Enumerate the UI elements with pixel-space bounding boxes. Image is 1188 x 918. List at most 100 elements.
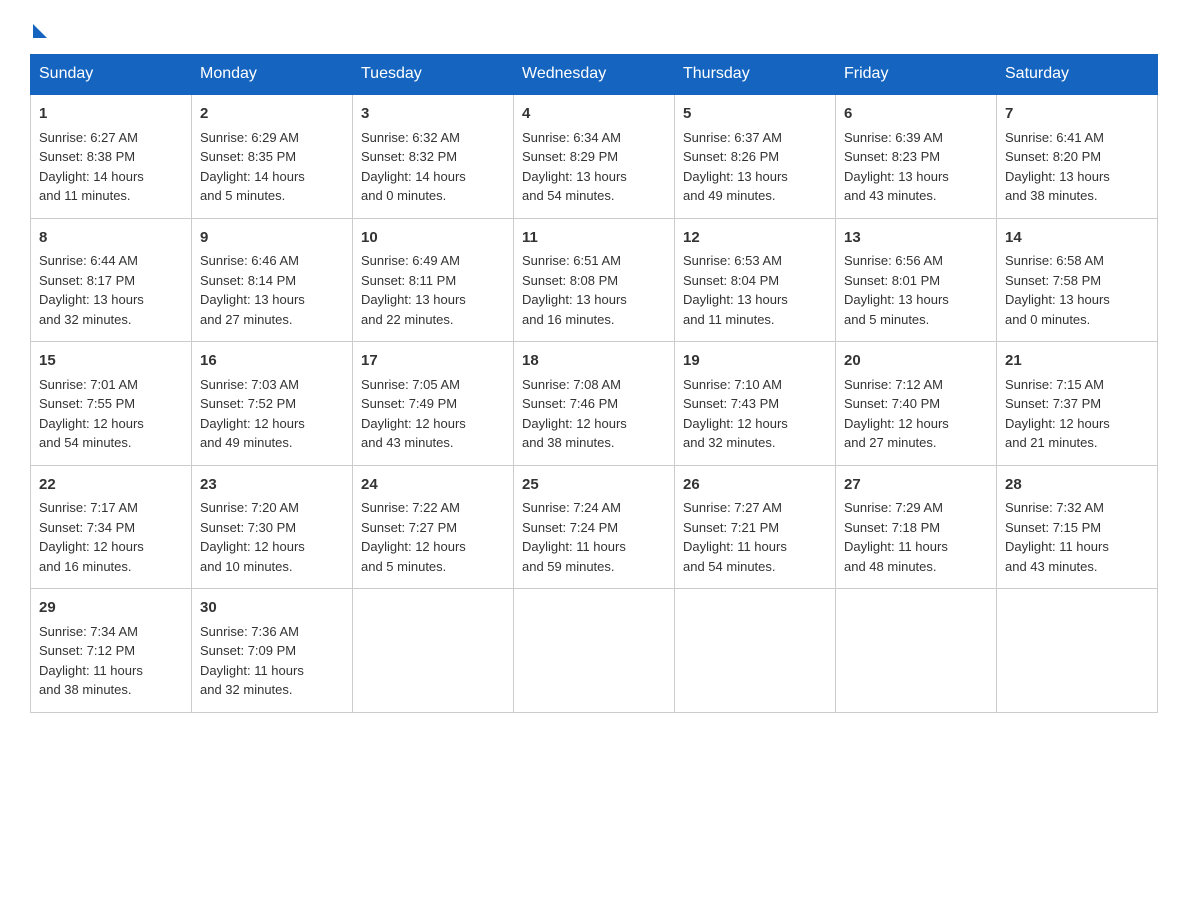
weekday-header-friday: Friday	[836, 55, 997, 95]
day-number: 15	[39, 350, 183, 373]
day-info: Sunrise: 6:46 AM Sunset: 8:14 PM Dayligh…	[200, 251, 344, 329]
day-number: 4	[522, 103, 666, 126]
calendar-day-cell: 14Sunrise: 6:58 AM Sunset: 7:58 PM Dayli…	[997, 218, 1158, 342]
day-number: 10	[361, 227, 505, 250]
calendar-day-cell: 17Sunrise: 7:05 AM Sunset: 7:49 PM Dayli…	[353, 342, 514, 466]
calendar-day-cell: 5Sunrise: 6:37 AM Sunset: 8:26 PM Daylig…	[675, 94, 836, 218]
day-info: Sunrise: 6:29 AM Sunset: 8:35 PM Dayligh…	[200, 128, 344, 206]
calendar-day-cell: 27Sunrise: 7:29 AM Sunset: 7:18 PM Dayli…	[836, 465, 997, 589]
weekday-header-monday: Monday	[192, 55, 353, 95]
day-info: Sunrise: 7:24 AM Sunset: 7:24 PM Dayligh…	[522, 498, 666, 576]
day-number: 17	[361, 350, 505, 373]
day-number: 8	[39, 227, 183, 250]
calendar-day-cell	[836, 589, 997, 713]
calendar-day-cell: 25Sunrise: 7:24 AM Sunset: 7:24 PM Dayli…	[514, 465, 675, 589]
weekday-header-wednesday: Wednesday	[514, 55, 675, 95]
calendar-day-cell: 7Sunrise: 6:41 AM Sunset: 8:20 PM Daylig…	[997, 94, 1158, 218]
day-number: 29	[39, 597, 183, 620]
day-info: Sunrise: 7:27 AM Sunset: 7:21 PM Dayligh…	[683, 498, 827, 576]
day-number: 7	[1005, 103, 1149, 126]
day-info: Sunrise: 7:29 AM Sunset: 7:18 PM Dayligh…	[844, 498, 988, 576]
day-number: 12	[683, 227, 827, 250]
calendar-day-cell: 13Sunrise: 6:56 AM Sunset: 8:01 PM Dayli…	[836, 218, 997, 342]
day-info: Sunrise: 7:08 AM Sunset: 7:46 PM Dayligh…	[522, 375, 666, 453]
day-number: 3	[361, 103, 505, 126]
calendar-day-cell: 29Sunrise: 7:34 AM Sunset: 7:12 PM Dayli…	[31, 589, 192, 713]
calendar-day-cell: 6Sunrise: 6:39 AM Sunset: 8:23 PM Daylig…	[836, 94, 997, 218]
day-number: 9	[200, 227, 344, 250]
calendar-day-cell: 20Sunrise: 7:12 AM Sunset: 7:40 PM Dayli…	[836, 342, 997, 466]
logo-arrow-icon	[33, 24, 47, 38]
day-info: Sunrise: 6:39 AM Sunset: 8:23 PM Dayligh…	[844, 128, 988, 206]
weekday-header-saturday: Saturday	[997, 55, 1158, 95]
calendar-day-cell: 16Sunrise: 7:03 AM Sunset: 7:52 PM Dayli…	[192, 342, 353, 466]
day-number: 23	[200, 474, 344, 497]
day-info: Sunrise: 6:44 AM Sunset: 8:17 PM Dayligh…	[39, 251, 183, 329]
day-info: Sunrise: 7:20 AM Sunset: 7:30 PM Dayligh…	[200, 498, 344, 576]
day-number: 20	[844, 350, 988, 373]
calendar-day-cell: 22Sunrise: 7:17 AM Sunset: 7:34 PM Dayli…	[31, 465, 192, 589]
calendar-week-row: 22Sunrise: 7:17 AM Sunset: 7:34 PM Dayli…	[31, 465, 1158, 589]
calendar-day-cell	[997, 589, 1158, 713]
calendar-day-cell: 9Sunrise: 6:46 AM Sunset: 8:14 PM Daylig…	[192, 218, 353, 342]
day-info: Sunrise: 6:58 AM Sunset: 7:58 PM Dayligh…	[1005, 251, 1149, 329]
calendar-day-cell: 10Sunrise: 6:49 AM Sunset: 8:11 PM Dayli…	[353, 218, 514, 342]
day-info: Sunrise: 6:34 AM Sunset: 8:29 PM Dayligh…	[522, 128, 666, 206]
weekday-header-tuesday: Tuesday	[353, 55, 514, 95]
day-number: 1	[39, 103, 183, 126]
day-info: Sunrise: 7:22 AM Sunset: 7:27 PM Dayligh…	[361, 498, 505, 576]
day-number: 14	[1005, 227, 1149, 250]
weekday-header-sunday: Sunday	[31, 55, 192, 95]
day-number: 24	[361, 474, 505, 497]
day-number: 18	[522, 350, 666, 373]
day-number: 26	[683, 474, 827, 497]
day-info: Sunrise: 7:01 AM Sunset: 7:55 PM Dayligh…	[39, 375, 183, 453]
calendar-table: SundayMondayTuesdayWednesdayThursdayFrid…	[30, 54, 1158, 713]
calendar-day-cell: 12Sunrise: 6:53 AM Sunset: 8:04 PM Dayli…	[675, 218, 836, 342]
day-number: 21	[1005, 350, 1149, 373]
day-number: 22	[39, 474, 183, 497]
day-info: Sunrise: 7:12 AM Sunset: 7:40 PM Dayligh…	[844, 375, 988, 453]
day-number: 28	[1005, 474, 1149, 497]
calendar-day-cell: 11Sunrise: 6:51 AM Sunset: 8:08 PM Dayli…	[514, 218, 675, 342]
day-info: Sunrise: 7:10 AM Sunset: 7:43 PM Dayligh…	[683, 375, 827, 453]
calendar-day-cell: 4Sunrise: 6:34 AM Sunset: 8:29 PM Daylig…	[514, 94, 675, 218]
day-info: Sunrise: 7:32 AM Sunset: 7:15 PM Dayligh…	[1005, 498, 1149, 576]
calendar-week-row: 29Sunrise: 7:34 AM Sunset: 7:12 PM Dayli…	[31, 589, 1158, 713]
calendar-day-cell: 1Sunrise: 6:27 AM Sunset: 8:38 PM Daylig…	[31, 94, 192, 218]
calendar-week-row: 8Sunrise: 6:44 AM Sunset: 8:17 PM Daylig…	[31, 218, 1158, 342]
day-info: Sunrise: 7:15 AM Sunset: 7:37 PM Dayligh…	[1005, 375, 1149, 453]
calendar-day-cell: 24Sunrise: 7:22 AM Sunset: 7:27 PM Dayli…	[353, 465, 514, 589]
calendar-day-cell: 30Sunrise: 7:36 AM Sunset: 7:09 PM Dayli…	[192, 589, 353, 713]
day-info: Sunrise: 6:51 AM Sunset: 8:08 PM Dayligh…	[522, 251, 666, 329]
calendar-day-cell: 28Sunrise: 7:32 AM Sunset: 7:15 PM Dayli…	[997, 465, 1158, 589]
calendar-day-cell	[353, 589, 514, 713]
day-info: Sunrise: 6:32 AM Sunset: 8:32 PM Dayligh…	[361, 128, 505, 206]
day-number: 25	[522, 474, 666, 497]
calendar-day-cell: 26Sunrise: 7:27 AM Sunset: 7:21 PM Dayli…	[675, 465, 836, 589]
calendar-day-cell: 8Sunrise: 6:44 AM Sunset: 8:17 PM Daylig…	[31, 218, 192, 342]
logo	[30, 20, 47, 34]
day-number: 27	[844, 474, 988, 497]
day-info: Sunrise: 6:53 AM Sunset: 8:04 PM Dayligh…	[683, 251, 827, 329]
day-info: Sunrise: 7:17 AM Sunset: 7:34 PM Dayligh…	[39, 498, 183, 576]
day-number: 13	[844, 227, 988, 250]
day-number: 2	[200, 103, 344, 126]
day-number: 11	[522, 227, 666, 250]
day-info: Sunrise: 6:49 AM Sunset: 8:11 PM Dayligh…	[361, 251, 505, 329]
day-number: 16	[200, 350, 344, 373]
calendar-day-cell	[514, 589, 675, 713]
day-number: 6	[844, 103, 988, 126]
day-info: Sunrise: 6:56 AM Sunset: 8:01 PM Dayligh…	[844, 251, 988, 329]
calendar-day-cell: 18Sunrise: 7:08 AM Sunset: 7:46 PM Dayli…	[514, 342, 675, 466]
day-info: Sunrise: 7:05 AM Sunset: 7:49 PM Dayligh…	[361, 375, 505, 453]
day-number: 30	[200, 597, 344, 620]
calendar-day-cell: 23Sunrise: 7:20 AM Sunset: 7:30 PM Dayli…	[192, 465, 353, 589]
day-info: Sunrise: 6:41 AM Sunset: 8:20 PM Dayligh…	[1005, 128, 1149, 206]
weekday-header-row: SundayMondayTuesdayWednesdayThursdayFrid…	[31, 55, 1158, 95]
calendar-day-cell: 3Sunrise: 6:32 AM Sunset: 8:32 PM Daylig…	[353, 94, 514, 218]
day-number: 5	[683, 103, 827, 126]
calendar-day-cell: 21Sunrise: 7:15 AM Sunset: 7:37 PM Dayli…	[997, 342, 1158, 466]
day-number: 19	[683, 350, 827, 373]
calendar-day-cell: 15Sunrise: 7:01 AM Sunset: 7:55 PM Dayli…	[31, 342, 192, 466]
